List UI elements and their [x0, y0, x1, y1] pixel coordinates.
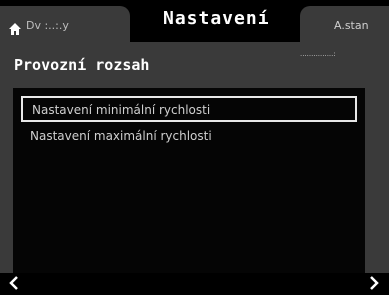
tab-previous[interactable]: Dv :..:.y [0, 6, 130, 42]
tab-previous-label: Dv :..:.y [26, 19, 69, 32]
tab-bar: Dv :..:.y Nastavení A.stan [0, 0, 389, 42]
list-item-max-speed[interactable]: Nastavení maximální rychlosti [21, 124, 357, 150]
tab-next-label: A.stan [334, 19, 369, 32]
section-subtitle: ...............: [300, 50, 336, 58]
options-list: Nastavení minimální rychlosti Nastavení … [13, 88, 365, 273]
settings-panel: Provozní rozsah ...............: Nastave… [0, 42, 389, 273]
home-icon[interactable] [8, 21, 22, 35]
list-item-label: Nastavení maximální rychlosti [30, 129, 212, 143]
tab-next[interactable]: A.stan [300, 6, 389, 42]
list-item-min-speed[interactable]: Nastavení minimální rychlosti [21, 96, 357, 122]
tab-settings: Nastavení [163, 8, 270, 29]
bottom-nav [0, 273, 389, 293]
device-screen: Dv :..:.y Nastavení A.stan Provozní rozs… [0, 0, 389, 293]
chevron-right-icon[interactable] [368, 275, 380, 291]
page-title: Provozní rozsah [14, 56, 150, 74]
list-item-label: Nastavení minimální rychlosti [32, 103, 211, 117]
chevron-left-icon[interactable] [8, 275, 20, 291]
